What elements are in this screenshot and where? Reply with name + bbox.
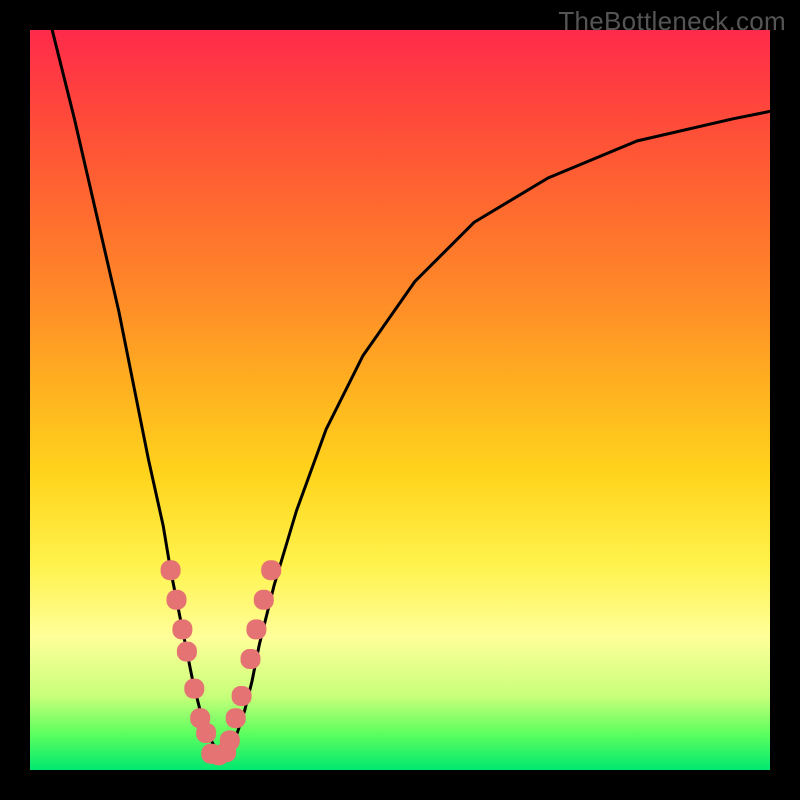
watermark-text: TheBottleneck.com bbox=[558, 6, 786, 37]
marker-left-marker-cluster bbox=[184, 679, 204, 699]
marker-right-marker-cluster bbox=[232, 686, 252, 706]
marker-left-marker-cluster bbox=[177, 642, 197, 662]
marker-bottom-marker-cluster bbox=[201, 744, 221, 764]
marker-right-marker-cluster bbox=[246, 619, 266, 639]
marker-right-marker-cluster bbox=[226, 708, 246, 728]
marker-right-marker-cluster bbox=[241, 649, 261, 669]
marker-right-marker-cluster bbox=[261, 560, 281, 580]
marker-left-marker-cluster bbox=[172, 619, 192, 639]
series-right-curve bbox=[222, 111, 770, 755]
marker-right-marker-cluster bbox=[220, 730, 240, 750]
plot-area bbox=[30, 30, 770, 770]
marker-left-marker-cluster bbox=[167, 590, 187, 610]
marker-left-marker-cluster bbox=[190, 708, 210, 728]
marker-right-marker-cluster bbox=[254, 590, 274, 610]
chart-frame: TheBottleneck.com bbox=[0, 0, 800, 800]
series-left-curve bbox=[52, 30, 222, 755]
marker-left-marker-cluster bbox=[161, 560, 181, 580]
marker-bottom-marker-cluster bbox=[209, 745, 229, 765]
marker-left-marker-cluster bbox=[196, 723, 216, 743]
curve-overlay bbox=[30, 30, 770, 770]
marker-bottom-marker-cluster bbox=[216, 742, 236, 762]
